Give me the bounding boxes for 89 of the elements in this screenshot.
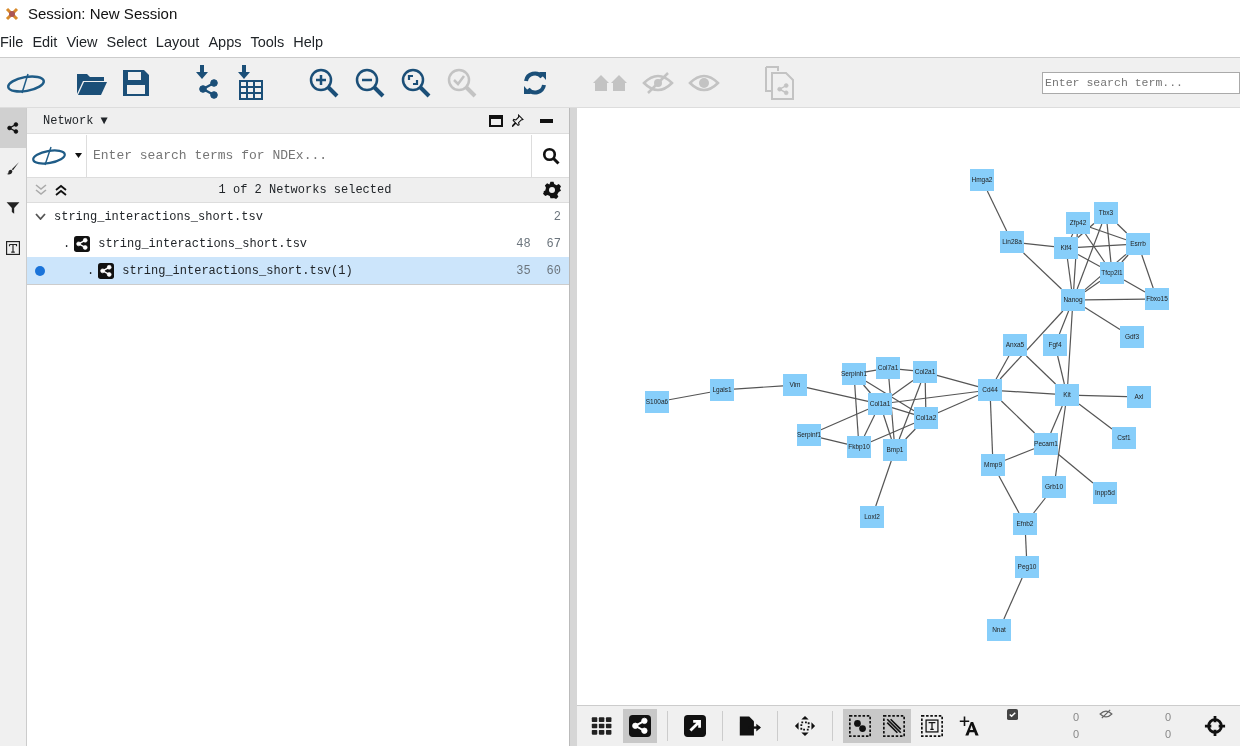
edge-line: [899, 368, 914, 372]
edge-line: [733, 385, 784, 390]
edge-line: [998, 475, 1020, 514]
edge-count: 60: [546, 262, 561, 280]
houses-icon: [592, 72, 628, 93]
canvas-tool-button[interactable]: [877, 709, 911, 743]
network-count: 2: [553, 208, 561, 226]
selection-status: 1 of 2 Networks selected: [217, 182, 393, 199]
edge-line: [668, 391, 711, 401]
caret-icon: [75, 153, 82, 158]
crosshair-icon: [1204, 714, 1226, 738]
edge-line: [1033, 497, 1046, 514]
edge-line: [865, 369, 877, 373]
edge-line: [1024, 534, 1028, 557]
edge-line: [1000, 400, 1036, 434]
share-icon: [74, 235, 91, 252]
move-arrows-icon: [794, 714, 816, 738]
arrow-box-icon: [684, 714, 706, 738]
network-name: string_interactions_short.tsv(1): [122, 262, 354, 280]
count-value: 0: [1072, 727, 1079, 742]
share-icon: [629, 714, 651, 738]
share-icon: [98, 262, 115, 279]
count-value: 0: [1164, 727, 1171, 742]
edge-line: [1078, 403, 1113, 430]
edge-line: [1003, 577, 1023, 620]
tree-dot: .: [63, 235, 71, 253]
menu-item[interactable]: Select: [106, 31, 153, 54]
count-value: 0: [1164, 710, 1171, 725]
zoom-in-icon: [308, 66, 340, 99]
select-nodes-icon: [849, 713, 871, 739]
window-icon: [489, 114, 503, 127]
eye-slash-icon: [642, 70, 674, 95]
expand-all-icon: [35, 184, 47, 196]
side-tab[interactable]: [0, 108, 26, 148]
menu-item[interactable]: View: [66, 31, 104, 54]
text-frame-icon: [921, 713, 943, 739]
gear-icon: [543, 181, 561, 199]
edge-line: [820, 437, 848, 445]
zoom-fit-icon: [400, 66, 432, 99]
network-row[interactable]: . string_interactions_short.tsv(1) 35 60: [27, 257, 569, 284]
eye-slash-icon: [1099, 709, 1113, 719]
document-share-icon: [764, 65, 796, 100]
network-row[interactable]: . string_interactions_short.tsv 48 67: [27, 230, 569, 257]
edge-line: [875, 460, 892, 507]
canvas-tool-button[interactable]: [843, 709, 877, 743]
brush-icon: [6, 160, 20, 176]
share-icon: [6, 120, 20, 136]
menu-item[interactable]: Apps: [208, 31, 248, 54]
canvas-tool-button[interactable]: [623, 709, 657, 743]
edge-line: [1084, 298, 1146, 301]
edge-count: 67: [546, 235, 561, 253]
panel-title[interactable]: Network ▼: [43, 111, 108, 130]
edge-line: [1084, 306, 1121, 331]
app-logo-icon: [4, 6, 20, 22]
minimize-icon: [540, 118, 553, 123]
zoom-check-icon: [446, 66, 478, 99]
edge-line: [989, 400, 994, 455]
collection-name[interactable]: string_interactions_short.tsv: [54, 207, 554, 226]
refresh-icon: [522, 69, 548, 96]
search-icon: [541, 146, 560, 165]
node-count: 48: [516, 235, 531, 253]
collapse-all-icon: [55, 184, 67, 196]
selected-dot-icon: [35, 265, 45, 276]
menu-item[interactable]: Help: [293, 31, 330, 54]
menu-item[interactable]: Edit: [32, 31, 64, 54]
window-title: Session: New Session: [28, 3, 178, 24]
filter-icon: [6, 201, 20, 215]
menu-item[interactable]: File: [0, 31, 30, 54]
edge-line: [1001, 390, 1056, 395]
tree-dot: .: [87, 262, 95, 280]
edge-line: [986, 190, 1008, 232]
pin-icon: [511, 114, 524, 127]
edge-line: [1004, 448, 1035, 461]
menu-item[interactable]: Layout: [155, 31, 206, 54]
select-edges-icon: [883, 713, 905, 739]
checkbox-icon: [1007, 709, 1018, 720]
node-count: 35: [516, 262, 531, 280]
network-name: string_interactions_short.tsv: [98, 235, 309, 253]
edge-line: [1022, 252, 1063, 290]
text-box-icon: [6, 239, 20, 257]
zoom-out-icon: [354, 66, 386, 99]
count-value: 0: [1072, 710, 1079, 725]
search-field[interactable]: Enter search term...: [1042, 71, 1240, 94]
toolbar-button[interactable]: [120, 68, 152, 97]
edge-line: [1023, 242, 1055, 248]
edge-line: [936, 374, 979, 388]
menu-item[interactable]: Tools: [250, 31, 291, 54]
import-table-icon: [236, 64, 264, 101]
edge-line: [1078, 394, 1128, 398]
